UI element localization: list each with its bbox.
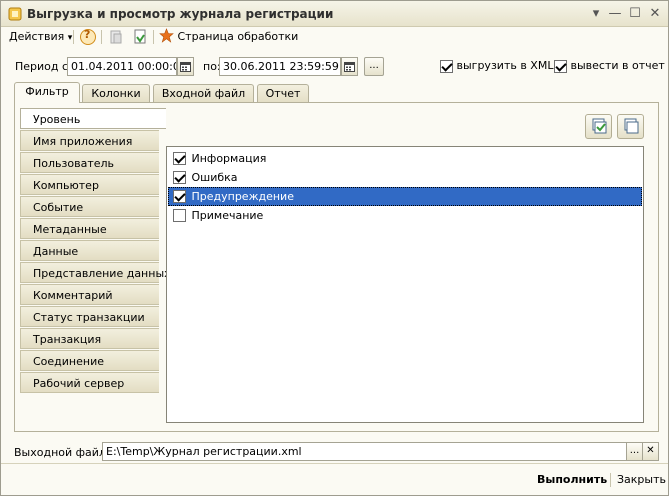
disabled-tool-button[interactable]	[107, 28, 125, 46]
level-error-checkbox[interactable]	[173, 170, 186, 184]
clear-icon: ✕	[646, 445, 655, 456]
title-bar: Выгрузка и просмотр журнала регистрации …	[1, 1, 668, 27]
filter-item-work-server[interactable]: Рабочий сервер	[20, 372, 159, 393]
tab-input-file-label: Входной файл	[161, 87, 246, 100]
actions-menu[interactable]: Действия ▾	[9, 28, 72, 46]
output-file-field[interactable]: E:\Temp\Журнал регистрации.xml	[102, 442, 627, 461]
minimize-icon[interactable]: —	[607, 6, 623, 22]
output-report-label: вывести в отчет	[570, 59, 665, 72]
export-xml-option[interactable]: выгрузить в XML	[440, 59, 553, 73]
tab-report[interactable]: Отчет	[257, 84, 309, 102]
window-title: Выгрузка и просмотр журнала регистрации	[27, 7, 334, 21]
calendar-from-button[interactable]	[177, 57, 194, 76]
app-icon	[8, 7, 22, 21]
document-icon	[110, 30, 122, 44]
dropdown-arrow-icon: ▾	[67, 33, 73, 43]
filter-item-event[interactable]: Событие	[20, 196, 159, 217]
filter-item-transaction[interactable]: Транзакция	[20, 328, 159, 349]
level-info-checkbox[interactable]	[173, 151, 186, 165]
menu-icon[interactable]: ▾	[588, 6, 604, 22]
execute-button[interactable]: Выполнить	[537, 471, 607, 489]
level-checklist: Информация Ошибка Предупреждение Примеча…	[166, 146, 644, 423]
filter-item-data-presentation[interactable]: Представление данных	[20, 262, 171, 283]
maximize-icon[interactable]: ☐	[627, 6, 643, 22]
tab-filter[interactable]: Фильтр	[14, 82, 80, 103]
calendar-icon	[180, 62, 191, 72]
export-button[interactable]	[131, 28, 149, 46]
output-browse-button[interactable]: ...	[626, 442, 643, 461]
period-from-field[interactable]: 01.04.2011 00:00:00	[67, 57, 177, 76]
level-note-label: Примечание	[191, 209, 264, 222]
close-icon[interactable]: ✕	[647, 6, 663, 22]
filter-item-user[interactable]: Пользователь	[20, 152, 159, 173]
filter-item-transaction-status[interactable]: Статус транзакции	[20, 306, 159, 327]
footer-separator	[610, 473, 611, 487]
uncheck-all-button[interactable]	[617, 114, 644, 139]
calendar-to-button[interactable]	[341, 57, 358, 76]
check-all-icon	[592, 118, 607, 134]
uncheck-all-icon	[624, 118, 639, 134]
toolbar: Действия ▾ ? Страница обработки	[1, 27, 668, 47]
calendar-icon	[344, 62, 355, 72]
toolbar-separator	[101, 30, 102, 44]
period-select-button[interactable]: ...	[364, 57, 384, 76]
period-to-field[interactable]: 30.06.2011 23:59:59	[219, 57, 341, 76]
filter-item-connection[interactable]: Соединение	[20, 350, 159, 371]
period-to-label: по:	[203, 60, 221, 73]
tab-input-file[interactable]: Входной файл	[153, 84, 254, 102]
close-button[interactable]: Закрыть	[617, 471, 666, 489]
level-note-checkbox[interactable]	[173, 208, 186, 222]
level-row-warning[interactable]: Предупреждение	[168, 187, 642, 206]
export-window: Выгрузка и просмотр журнала регистрации …	[0, 0, 669, 496]
level-row-info[interactable]: Информация	[168, 149, 642, 168]
output-report-option[interactable]: вывести в отчет	[554, 59, 665, 73]
level-info-label: Информация	[191, 152, 267, 165]
output-clear-button[interactable]: ✕	[642, 442, 659, 461]
level-row-note[interactable]: Примечание	[168, 206, 642, 225]
star-icon	[159, 28, 174, 43]
output-file-label: Выходной файл:	[14, 446, 110, 459]
tab-columns-label: Колонки	[91, 87, 141, 100]
toolbar-separator	[73, 30, 74, 44]
export-xml-label: выгрузить в XML	[456, 59, 554, 72]
level-warning-checkbox[interactable]	[173, 189, 186, 203]
tab-columns[interactable]: Колонки	[82, 84, 150, 102]
filter-item-metadata[interactable]: Метаданные	[20, 218, 159, 239]
help-glyph: ?	[84, 28, 91, 41]
level-error-label: Ошибка	[191, 171, 238, 184]
filter-item-application[interactable]: Имя приложения	[20, 130, 159, 151]
level-row-error[interactable]: Ошибка	[168, 168, 642, 187]
export-xml-checkbox[interactable]	[440, 59, 453, 73]
export-icon	[134, 29, 146, 44]
tab-filter-label: Фильтр	[25, 85, 69, 98]
help-button[interactable]: ?	[79, 28, 97, 46]
filter-item-comment[interactable]: Комментарий	[20, 284, 159, 305]
actions-label: Действия	[9, 30, 65, 43]
filter-item-data[interactable]: Данные	[20, 240, 159, 261]
filter-item-level[interactable]: Уровень	[20, 108, 166, 129]
period-from-label: Период с:	[15, 60, 72, 73]
level-warning-label: Предупреждение	[191, 190, 294, 203]
processing-page-button[interactable]: Страница обработки	[159, 28, 298, 46]
output-report-checkbox[interactable]	[554, 59, 567, 73]
filter-item-computer[interactable]: Компьютер	[20, 174, 159, 195]
check-all-button[interactable]	[585, 114, 612, 139]
processing-page-label: Страница обработки	[177, 30, 299, 43]
tab-report-label: Отчет	[265, 87, 301, 100]
toolbar-separator	[153, 30, 154, 44]
